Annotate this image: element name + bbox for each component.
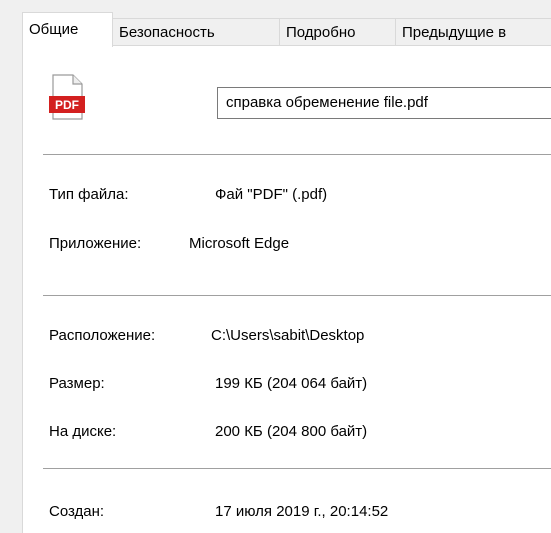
size-label: Размер:: [49, 375, 105, 392]
application-value: Microsoft Edge: [189, 235, 290, 252]
general-tab-panel: PDF справка обременение file.pdf Тип фай…: [22, 45, 551, 533]
tab-strip: Общие Безопасность Подробно Предыдущие в: [22, 12, 551, 47]
tab-general[interactable]: Общие: [22, 12, 113, 47]
size-on-disk-value: 200 КБ (204 800 байт): [215, 423, 368, 440]
pdf-file-icon: PDF: [49, 74, 85, 120]
tab-security[interactable]: Безопасность: [112, 18, 280, 46]
application-label: Приложение:: [49, 235, 142, 252]
created-value: 17 июля 2019 г., 20:14:52: [215, 503, 389, 520]
divider: [43, 295, 551, 296]
filename-input[interactable]: справка обременение file.pdf: [217, 87, 551, 119]
divider: [43, 154, 551, 155]
file-type-label: Тип файла:: [49, 186, 129, 203]
size-on-disk-label: На диске:: [49, 423, 117, 440]
divider: [43, 468, 551, 469]
location-value: C:\Users\sabit\Desktop: [211, 327, 365, 344]
pdf-icon-text: PDF: [55, 98, 79, 112]
tab-previous-versions[interactable]: Предыдущие в: [395, 18, 551, 46]
location-label: Расположение:: [49, 327, 156, 344]
tab-details[interactable]: Подробно: [279, 18, 396, 46]
file-type-value: Фай "PDF" (.pdf): [215, 186, 328, 203]
created-label: Создан:: [49, 503, 105, 520]
file-properties-window: Общие Безопасность Подробно Предыдущие в…: [0, 0, 551, 533]
size-value: 199 КБ (204 064 байт): [215, 375, 368, 392]
